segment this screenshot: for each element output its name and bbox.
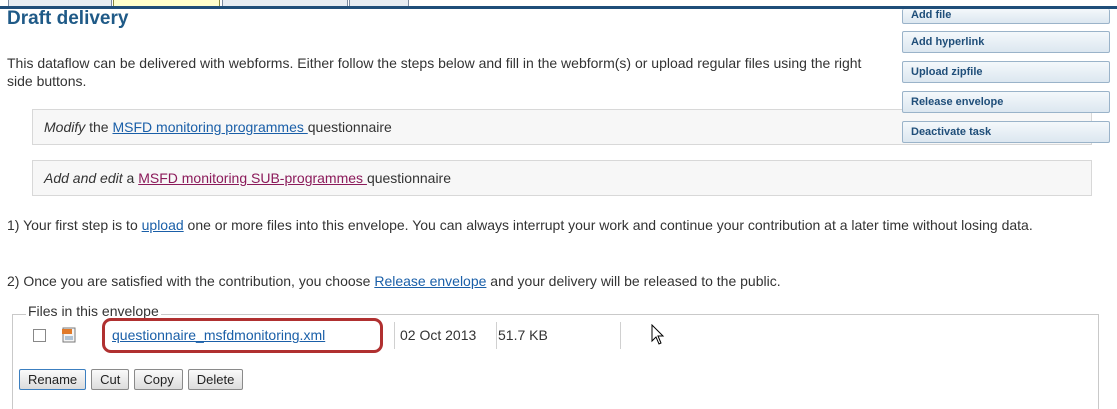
page-title: Draft delivery — [7, 8, 129, 29]
add-file-button[interactable]: Add file — [902, 9, 1110, 24]
copy-button[interactable]: Copy — [134, 369, 183, 390]
side-button-panel: Add file Add hyperlink Upload zipfile Re… — [902, 9, 1110, 151]
add-hyperlink-button[interactable]: Add hyperlink — [902, 31, 1110, 53]
file-select-checkbox[interactable] — [33, 329, 46, 342]
step-1-text: 1) Your first step is to upload one or m… — [7, 216, 1097, 234]
xml-file-icon — [62, 327, 76, 343]
release-envelope-button[interactable]: Release envelope — [902, 91, 1110, 113]
questionnaire-verb: Add and edit — [44, 170, 123, 186]
upload-zipfile-button[interactable]: Upload zipfile — [902, 61, 1110, 83]
release-envelope-link[interactable]: Release envelope — [374, 273, 486, 289]
questionnaire-suffix: questionnaire — [366, 170, 451, 186]
step-2-text: 2) Once you are satisfied with the contr… — [7, 272, 1097, 290]
file-size: 51.7 KB — [498, 327, 548, 343]
questionnaire-suffix: questionnaire — [307, 119, 392, 135]
step-1-prefix: 1) Your first step is to — [7, 217, 142, 233]
file-date: 02 Oct 2013 — [400, 327, 477, 343]
column-separator — [620, 322, 621, 349]
msfd-subprogrammes-link[interactable]: MSFD monitoring SUB-programmes — [138, 170, 367, 186]
delete-button[interactable]: Delete — [187, 369, 244, 390]
column-separator — [496, 322, 497, 349]
msfd-programmes-link[interactable]: MSFD monitoring programmes — [112, 119, 307, 135]
questionnaire-box-2: Add and edit a MSFD monitoring SUB-progr… — [32, 160, 1092, 196]
intro-text: This dataflow can be delivered with webf… — [7, 55, 862, 89]
filename-highlight-annotation — [102, 318, 383, 353]
mouse-pointer-icon — [651, 324, 665, 345]
deactivate-task-button[interactable]: Deactivate task — [902, 121, 1110, 143]
upload-link[interactable]: upload — [142, 217, 184, 233]
rename-button[interactable]: Rename — [19, 369, 87, 390]
questionnaire-middle: the — [85, 119, 113, 135]
step-2-prefix: 2) Once you are satisfied with the contr… — [7, 273, 375, 289]
step-2-suffix: and your delivery will be released to th… — [486, 273, 781, 289]
cut-button[interactable]: Cut — [91, 369, 130, 390]
questionnaire-verb: Modify — [44, 119, 86, 135]
file-action-buttons: Rename Cut Copy Delete — [19, 369, 248, 390]
questionnaire-middle: a — [122, 170, 139, 186]
files-legend: Files in this envelope — [26, 303, 161, 319]
step-1-suffix: one or more files into this envelope. Yo… — [183, 217, 1033, 233]
tab-strip — [0, 0, 1117, 9]
column-separator — [394, 322, 395, 349]
